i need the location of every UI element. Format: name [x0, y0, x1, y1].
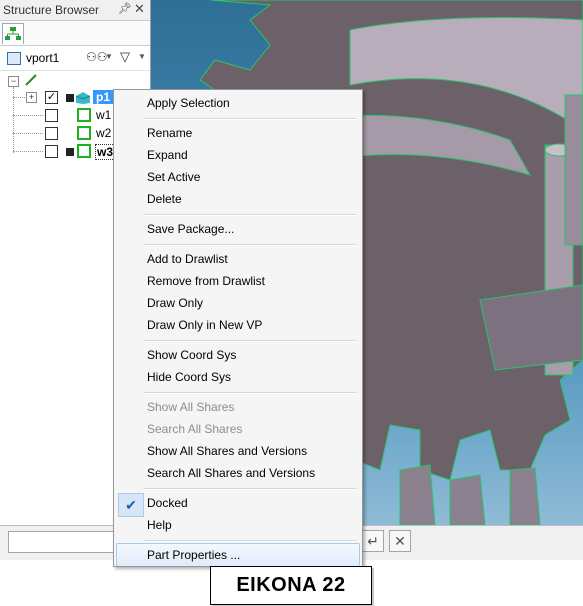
- pin-icon[interactable]: 📌︎: [118, 2, 132, 15]
- cylinder-2: [564, 94, 583, 246]
- collapse-toggle[interactable]: −: [8, 76, 19, 87]
- menu-item-draw-only-new-vp[interactable]: Draw Only in New VP: [147, 318, 262, 332]
- tree-label[interactable]: w2: [96, 126, 111, 140]
- menu-item-add-to-drawlist[interactable]: Add to Drawlist: [147, 252, 228, 266]
- menu-item-show-all-shares-versions[interactable]: Show All Shares and Versions: [147, 444, 307, 458]
- chevron-down-icon[interactable]: ▼: [138, 52, 146, 61]
- figure-caption: EIKONA 22: [236, 574, 346, 596]
- visibility-checkbox[interactable]: [45, 127, 58, 140]
- tree-label[interactable]: w3: [95, 144, 116, 160]
- menu-separator: [144, 340, 357, 342]
- menu-item-expand[interactable]: Expand: [147, 148, 188, 162]
- menu-separator: [144, 118, 357, 120]
- menu-separator: [144, 392, 357, 394]
- menu-item-remove-from-drawlist[interactable]: Remove from Drawlist: [147, 274, 265, 288]
- wire-icon: [77, 126, 91, 140]
- menu-item-rename[interactable]: Rename: [147, 126, 192, 140]
- visibility-checkbox[interactable]: [45, 109, 58, 122]
- enter-icon[interactable]: ↵: [362, 530, 384, 552]
- menu-item-show-coord-sys[interactable]: Show Coord Sys: [147, 348, 236, 362]
- tree-connector: [13, 115, 43, 116]
- tree-connector: [13, 151, 43, 152]
- expand-toggle[interactable]: +: [26, 92, 37, 103]
- menu-item-search-all-shares: Search All Shares: [147, 422, 243, 436]
- wire-icon: [77, 108, 91, 122]
- context-menu: ✔ Apply Selection Rename Expand Set Acti…: [113, 89, 363, 567]
- visibility-checkbox[interactable]: ✓: [45, 91, 58, 104]
- check-icon: ✔: [118, 493, 144, 517]
- menu-separator: [144, 488, 357, 490]
- menu-item-help[interactable]: Help: [147, 518, 172, 532]
- close-icon[interactable]: ✕: [134, 1, 145, 17]
- save-icon: [66, 148, 74, 156]
- menu-item-draw-only[interactable]: Draw Only: [147, 296, 203, 310]
- viewport-icon: [7, 52, 21, 65]
- tree-connector: [13, 133, 43, 134]
- figure-caption-box: EIKONA 22: [210, 566, 372, 605]
- cancel-icon[interactable]: ✕: [389, 530, 411, 552]
- filter-icon[interactable]: ▽: [120, 49, 130, 65]
- tree-icon: [5, 27, 21, 40]
- menu-item-search-all-shares-versions[interactable]: Search All Shares and Versions: [147, 466, 315, 480]
- menu-item-apply-selection[interactable]: Apply Selection: [147, 96, 230, 110]
- menu-separator: [144, 214, 357, 216]
- menu-item-set-active[interactable]: Set Active: [147, 170, 200, 184]
- tree-connector: [13, 97, 27, 98]
- gear-teeth-bottom: [399, 464, 541, 525]
- tree-label[interactable]: w1: [96, 108, 111, 122]
- viewport-selector-bar: vport1 ⚇⚇ ▼ ▽ ▼: [0, 46, 150, 71]
- browser-header: Structure Browser 📌︎ ✕: [0, 0, 150, 21]
- line-icon: [25, 74, 37, 86]
- browser-tab-strip: [0, 21, 150, 46]
- tree-label[interactable]: p1: [93, 90, 114, 104]
- wire-icon: [77, 144, 91, 158]
- menu-separator: [144, 244, 357, 246]
- part-icon: [75, 92, 91, 104]
- save-icon: [66, 94, 74, 102]
- visibility-checkbox[interactable]: [45, 145, 58, 158]
- menu-item-part-properties[interactable]: Part Properties ...: [147, 548, 240, 562]
- viewport-label[interactable]: vport1: [26, 51, 59, 65]
- tree-tab[interactable]: [2, 23, 24, 44]
- menu-item-hide-coord-sys[interactable]: Hide Coord Sys: [147, 370, 231, 384]
- menu-item-docked[interactable]: Docked: [147, 496, 188, 510]
- menu-item-save-package[interactable]: Save Package...: [147, 222, 234, 236]
- menu-item-delete[interactable]: Delete: [147, 192, 182, 206]
- chevron-down-icon[interactable]: ▼: [105, 52, 113, 61]
- gear-tooth-right: [479, 284, 583, 371]
- menu-item-show-all-shares: Show All Shares: [147, 400, 235, 414]
- browser-title: Structure Browser: [3, 3, 100, 17]
- menu-separator: [144, 540, 357, 542]
